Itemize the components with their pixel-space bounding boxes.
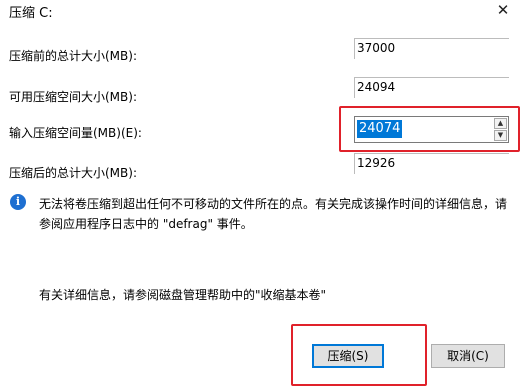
cancel-button[interactable]: 取消(C) — [431, 344, 505, 368]
info-message: 无法将卷压缩到超出任何不可移动的文件所在的点。有关完成该操作时间的详细信息，请参… — [39, 197, 508, 231]
help-text: 有关详细信息，请参阅磁盘管理帮助中的"收缩基本卷" — [39, 288, 327, 302]
shrink-amount-label: 输入压缩空间量(MB)(E): — [9, 126, 142, 140]
available-space-value: 24094 — [354, 77, 509, 98]
total-after-value: 12926 — [354, 153, 509, 174]
highlight-box-button — [291, 324, 427, 386]
close-icon[interactable]: ✕ — [492, 0, 514, 20]
shrink-dialog: 压缩 C: ✕ 压缩前的总计大小(MB): 37000 可用压缩空间大小(MB)… — [0, 0, 522, 386]
info-icon: i — [10, 194, 26, 210]
total-before-label: 压缩前的总计大小(MB): — [9, 49, 137, 63]
total-before-value: 37000 — [354, 38, 509, 59]
available-space-label: 可用压缩空间大小(MB): — [9, 90, 137, 104]
window-title: 压缩 C: — [9, 6, 53, 21]
highlight-box-input — [339, 106, 520, 152]
title-bar: 压缩 C: ✕ — [0, 0, 522, 22]
total-after-label: 压缩后的总计大小(MB): — [9, 166, 137, 180]
